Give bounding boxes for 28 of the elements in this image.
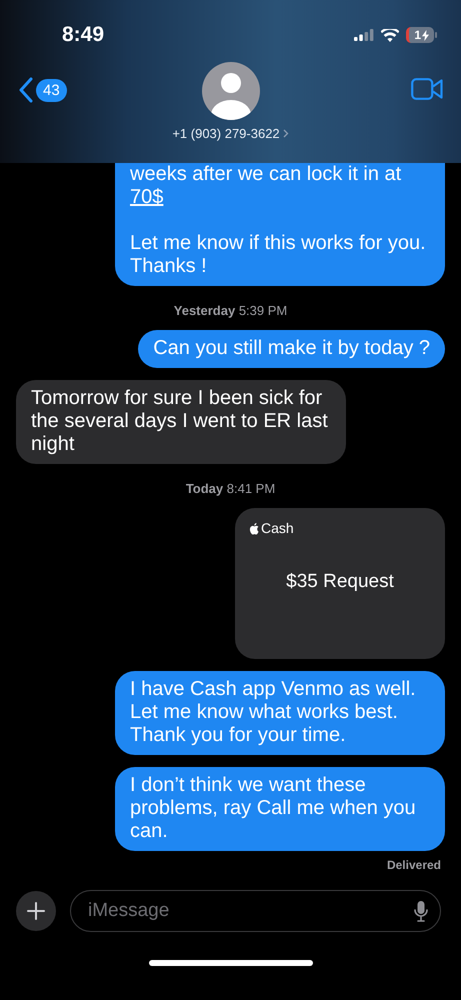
link[interactable]: 70$	[130, 186, 164, 208]
message-text: weeks after we can lock it in at 70$	[130, 163, 402, 209]
message-text: Tomorrow for sure I been sick for the several days I went to ER last night	[31, 387, 329, 456]
battery-indicator: 1	[406, 27, 437, 43]
back-chevron-icon	[18, 77, 34, 103]
unread-badge: 43	[36, 78, 67, 102]
video-call-button[interactable]	[411, 78, 443, 103]
timestamp: Yesterday 5:39 PM	[174, 303, 288, 318]
delivery-status: Delivered	[386, 858, 442, 872]
contact-name[interactable]: +1 (903) 279-3622	[172, 126, 289, 141]
apple-icon	[249, 522, 260, 534]
request-amount: $35 Request	[286, 570, 394, 592]
message-field[interactable]: iMessage	[70, 890, 441, 932]
brand-label: Cash	[261, 520, 294, 536]
microphone-icon[interactable]	[414, 900, 428, 922]
message-text: Let me know if this works for you. Thanks !	[130, 232, 427, 278]
add-button[interactable]	[16, 891, 56, 931]
plus-icon	[27, 902, 45, 920]
wifi-icon	[381, 28, 400, 42]
chevron-icon	[282, 129, 289, 138]
signal-icon	[354, 29, 374, 41]
message-text: Can you still make it by today ?	[153, 337, 430, 360]
payment-card[interactable]: Cash $35 Request	[235, 508, 445, 659]
message-text: I don’t think we want these problems, ray Call me when you can.	[130, 774, 417, 843]
timestamp: Today 8:41 PM	[186, 481, 276, 496]
status-time: 8:49	[62, 23, 104, 47]
message-input[interactable]: iMessage	[86, 899, 414, 923]
message-text: I have Cash app Venmo as well. Let me know what works best. Thank you for your time.	[130, 678, 417, 747]
